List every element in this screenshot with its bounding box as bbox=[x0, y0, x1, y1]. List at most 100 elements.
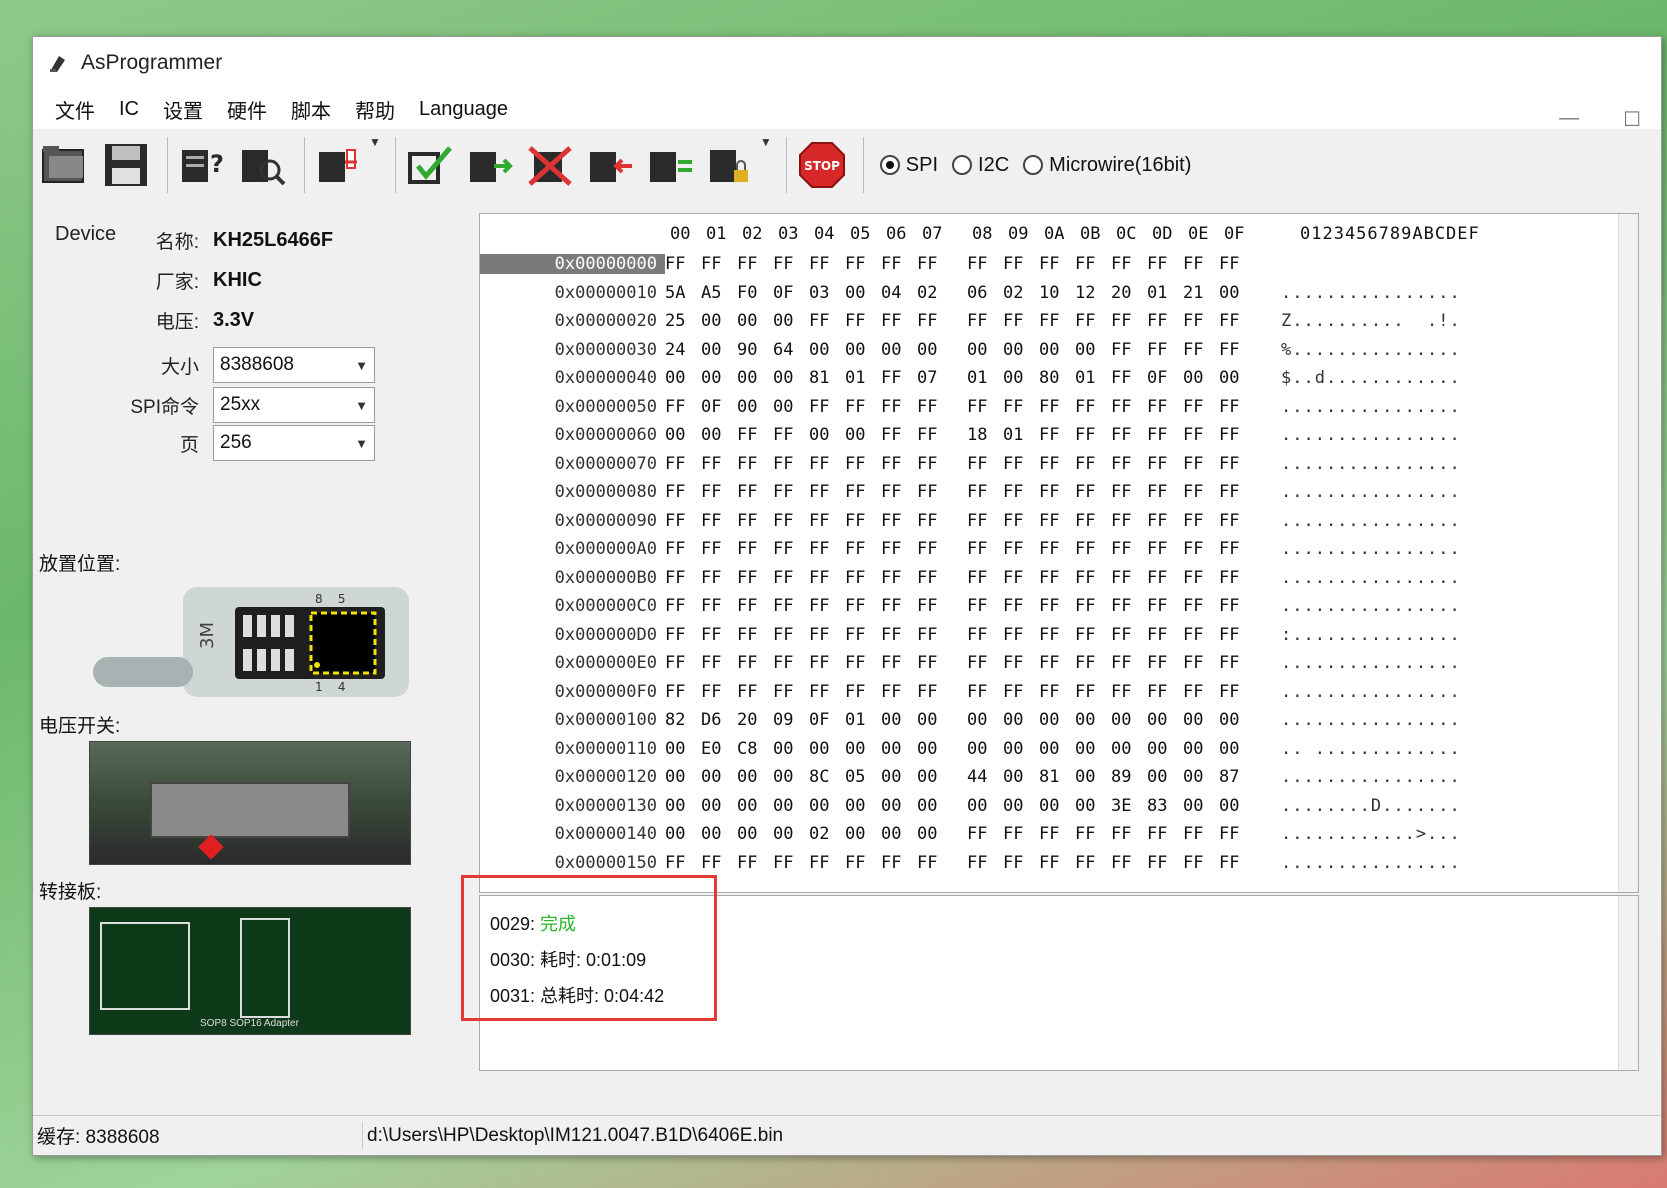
hex-byte[interactable]: FF bbox=[967, 511, 1003, 531]
hex-byte[interactable]: FF bbox=[1003, 653, 1039, 673]
hex-byte[interactable]: FF bbox=[967, 539, 1003, 559]
hex-byte[interactable]: FF bbox=[809, 511, 845, 531]
hex-byte[interactable]: 00 bbox=[917, 796, 953, 816]
open-button[interactable] bbox=[39, 135, 93, 195]
hex-byte[interactable]: FF bbox=[1039, 596, 1075, 616]
hex-row[interactable]: 0x000000C0 FF FF FF FF FF FF FF FF FF FF FF FF FF FF FF… bbox=[480, 592, 1461, 620]
hex-byte[interactable]: FF bbox=[881, 397, 917, 417]
verify-button[interactable] bbox=[404, 135, 458, 195]
hex-byte[interactable]: FF bbox=[809, 254, 845, 274]
save-button[interactable] bbox=[99, 135, 153, 195]
hex-byte[interactable]: FF bbox=[967, 568, 1003, 588]
hex-byte[interactable]: FF bbox=[665, 482, 701, 502]
hex-byte[interactable]: FF bbox=[701, 568, 737, 588]
hex-byte[interactable]: FF bbox=[1039, 853, 1075, 873]
hex-byte[interactable]: FF bbox=[1075, 511, 1111, 531]
hex-byte[interactable]: 00 bbox=[737, 368, 773, 388]
hex-byte[interactable]: FF bbox=[845, 511, 881, 531]
hex-byte[interactable]: FF bbox=[773, 454, 809, 474]
hex-byte[interactable]: 00 bbox=[1183, 368, 1219, 388]
hex-byte[interactable]: FF bbox=[1111, 625, 1147, 645]
hex-byte[interactable]: FF bbox=[1183, 653, 1219, 673]
hex-byte[interactable]: FF bbox=[1147, 625, 1183, 645]
hex-byte[interactable]: FF bbox=[1003, 254, 1039, 274]
config-button[interactable] bbox=[313, 135, 367, 195]
hex-byte[interactable]: 0F bbox=[1147, 368, 1183, 388]
hex-byte[interactable]: FF bbox=[665, 454, 701, 474]
hex-byte[interactable]: FF bbox=[967, 397, 1003, 417]
hex-byte[interactable]: 00 bbox=[737, 796, 773, 816]
hex-byte[interactable]: FF bbox=[1003, 568, 1039, 588]
hex-byte[interactable]: FF bbox=[1147, 482, 1183, 502]
hex-byte[interactable]: FF bbox=[1219, 853, 1255, 873]
hex-byte[interactable]: 00 bbox=[845, 283, 881, 303]
hex-byte[interactable]: 00 bbox=[845, 739, 881, 759]
hex-byte[interactable]: FF bbox=[881, 596, 917, 616]
hex-byte[interactable]: FF bbox=[1039, 311, 1075, 331]
menu-language[interactable]: Language bbox=[407, 98, 520, 121]
hex-byte[interactable]: FF bbox=[809, 311, 845, 331]
hex-byte[interactable]: FF bbox=[1003, 397, 1039, 417]
hex-byte[interactable]: 18 bbox=[967, 425, 1003, 445]
hex-byte[interactable]: 00 bbox=[845, 796, 881, 816]
hex-byte[interactable]: FF bbox=[1003, 539, 1039, 559]
hex-byte[interactable]: FF bbox=[845, 625, 881, 645]
hex-byte[interactable]: FF bbox=[881, 254, 917, 274]
size-select[interactable]: 8388608 ▼ bbox=[213, 347, 375, 383]
hex-byte[interactable]: 00 bbox=[665, 796, 701, 816]
hex-byte[interactable]: FF bbox=[1219, 340, 1255, 360]
hex-byte[interactable]: FF bbox=[1183, 425, 1219, 445]
hex-row[interactable]: 0x00000110 00 E0 C8 00 00 00 00 00 00 00 00 00 00 00 00… bbox=[480, 735, 1461, 763]
hex-byte[interactable]: FF bbox=[917, 397, 953, 417]
hex-row[interactable]: 0x00000100 82 D6 20 09 0F 01 00 00 00 00 00 00 00 00 00… bbox=[480, 706, 1461, 734]
hex-byte[interactable]: FF bbox=[1111, 682, 1147, 702]
hex-byte[interactable]: FF bbox=[737, 682, 773, 702]
hex-byte[interactable]: 81 bbox=[1039, 767, 1075, 787]
hex-byte[interactable]: 83 bbox=[1147, 796, 1183, 816]
write-button[interactable] bbox=[584, 135, 638, 195]
hex-byte[interactable]: FF bbox=[1111, 511, 1147, 531]
hex-byte[interactable]: FF bbox=[701, 539, 737, 559]
chevron-down-icon[interactable]: ▼ bbox=[760, 135, 772, 149]
hex-byte[interactable]: FF bbox=[1147, 340, 1183, 360]
hex-byte[interactable]: 00 bbox=[1219, 283, 1255, 303]
hex-byte[interactable]: 00 bbox=[773, 311, 809, 331]
hex-byte[interactable]: FF bbox=[1075, 454, 1111, 474]
hex-byte[interactable]: 0F bbox=[809, 710, 845, 730]
hex-byte[interactable]: FF bbox=[737, 539, 773, 559]
hex-byte[interactable]: FF bbox=[1219, 682, 1255, 702]
hex-byte[interactable]: FF bbox=[917, 568, 953, 588]
hex-byte[interactable]: FF bbox=[1003, 625, 1039, 645]
hex-byte[interactable]: 00 bbox=[881, 824, 917, 844]
hex-byte[interactable]: FF bbox=[701, 482, 737, 502]
hex-byte[interactable]: 04 bbox=[881, 283, 917, 303]
hex-byte[interactable]: FF bbox=[1075, 539, 1111, 559]
hex-byte[interactable]: FF bbox=[701, 853, 737, 873]
hex-row[interactable]: 0x000000A0 FF FF FF FF FF FF FF FF FF FF FF FF FF FF FF… bbox=[480, 535, 1461, 563]
hex-byte[interactable]: 09 bbox=[773, 710, 809, 730]
hex-byte[interactable]: 02 bbox=[917, 283, 953, 303]
chevron-down-icon[interactable]: ▼ bbox=[355, 358, 368, 373]
hex-byte[interactable]: 05 bbox=[845, 767, 881, 787]
hex-row[interactable]: 0x00000140 00 00 00 00 02 00 00 00 FF FF FF FF FF FF FF… bbox=[480, 820, 1461, 848]
hex-byte[interactable]: 00 bbox=[881, 796, 917, 816]
hex-byte[interactable]: FF bbox=[1039, 539, 1075, 559]
hex-byte[interactable]: 00 bbox=[665, 739, 701, 759]
hex-byte[interactable]: FF bbox=[1039, 511, 1075, 531]
hex-byte[interactable]: FF bbox=[737, 482, 773, 502]
hex-byte[interactable]: FF bbox=[881, 625, 917, 645]
hex-byte[interactable]: 00 bbox=[701, 425, 737, 445]
hex-row[interactable]: 0x00000130 00 00 00 00 00 00 00 00 00 00 00 00 3E 83 00… bbox=[480, 792, 1461, 820]
hex-byte[interactable]: FF bbox=[1183, 596, 1219, 616]
hex-byte[interactable]: FF bbox=[967, 311, 1003, 331]
hex-byte[interactable]: FF bbox=[1039, 824, 1075, 844]
hex-byte[interactable]: FF bbox=[1219, 625, 1255, 645]
hex-byte[interactable]: 00 bbox=[1219, 710, 1255, 730]
hex-byte[interactable]: FF bbox=[1183, 625, 1219, 645]
hex-byte[interactable]: FF bbox=[1039, 425, 1075, 445]
hex-byte[interactable]: 00 bbox=[773, 796, 809, 816]
hex-byte[interactable]: 03 bbox=[809, 283, 845, 303]
hex-byte[interactable]: 00 bbox=[809, 340, 845, 360]
radio-button[interactable] bbox=[1023, 155, 1044, 175]
hex-byte[interactable]: FF bbox=[1183, 539, 1219, 559]
